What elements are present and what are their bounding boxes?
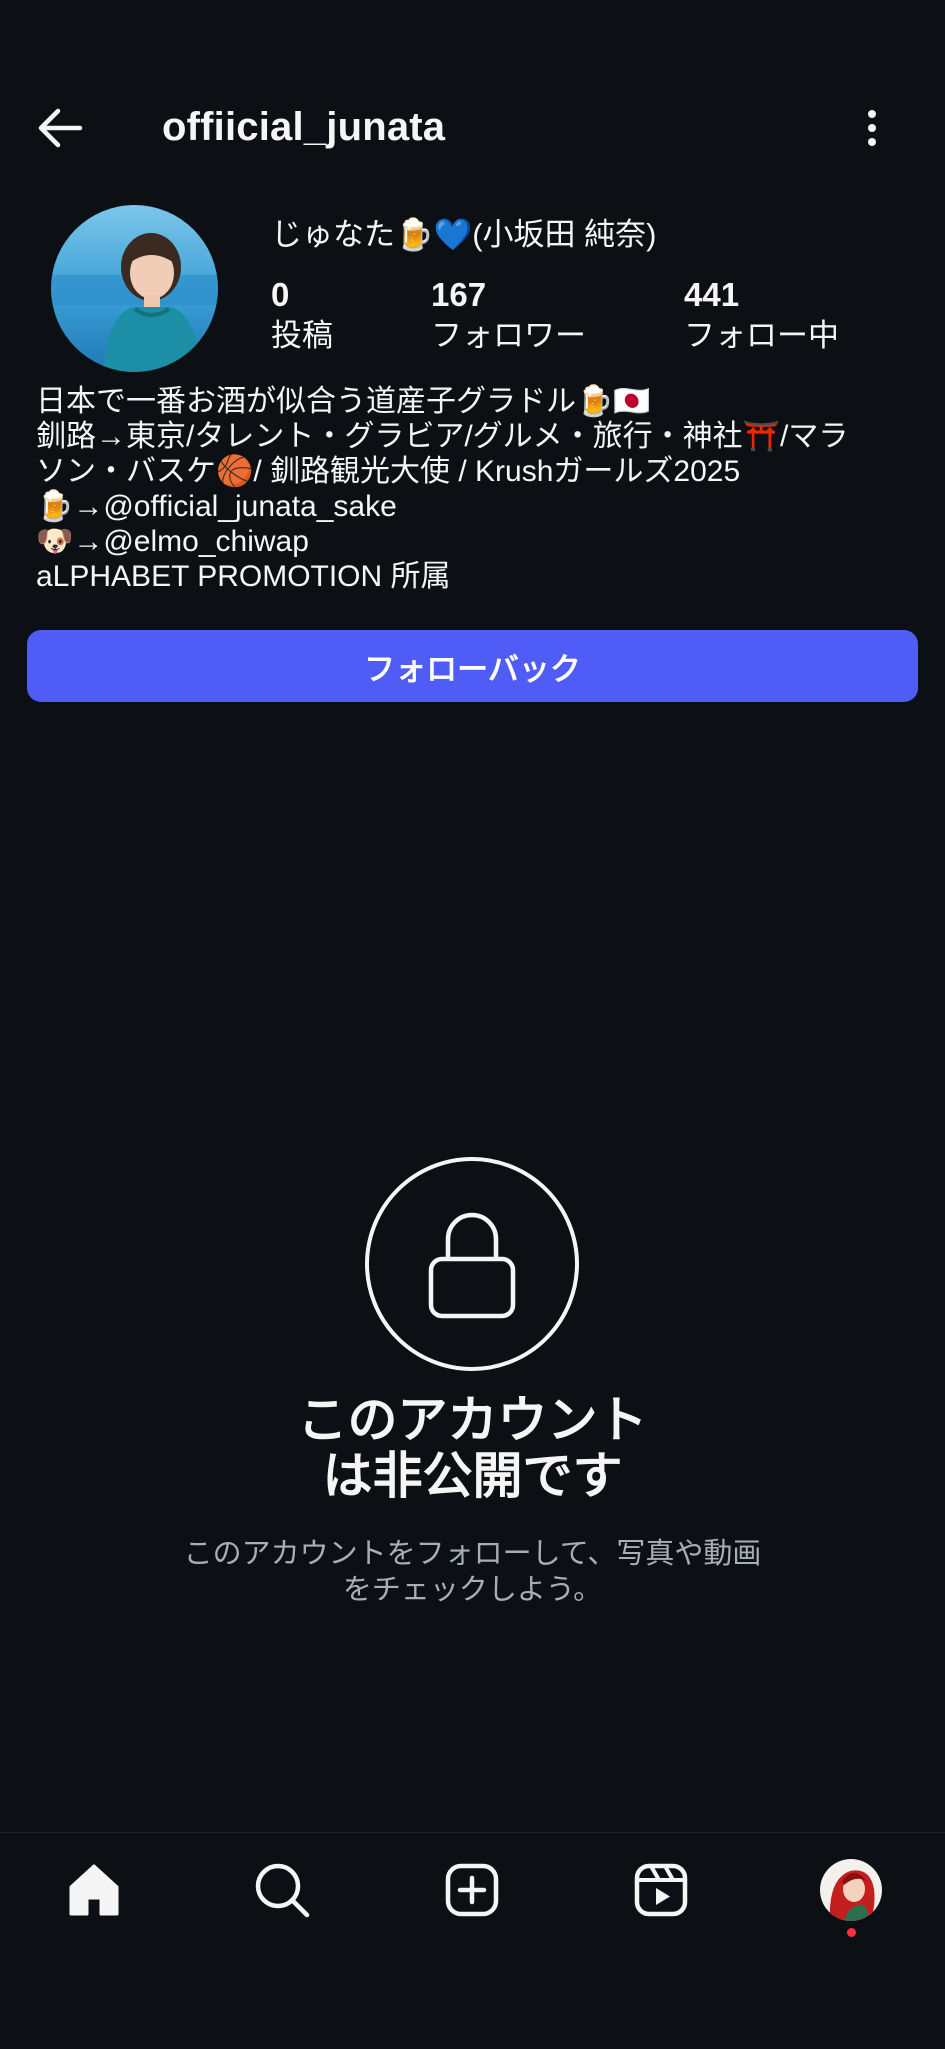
following-label: フォロー中 — [684, 318, 839, 353]
follow-back-button[interactable]: フォローバック — [27, 630, 918, 702]
private-account-title: このアカウント は非公開です — [0, 1392, 945, 1504]
profile-username: offiicial_junata — [162, 105, 446, 149]
private-subtitle-line: をチェックしよう。 — [342, 1574, 603, 1606]
posts-count: 0 — [271, 276, 290, 313]
top-bar: offiicial_junata — [0, 90, 945, 164]
search-icon[interactable] — [250, 1858, 314, 1922]
bio-line: 日本で一番お酒が似合う道産子グラドル🍺🇯🇵 — [36, 385, 651, 418]
private-title-line: は非公開です — [322, 1448, 623, 1504]
followers-count: 167 — [431, 276, 487, 313]
bio-line: ソン・バスケ🏀/ 釧路観光大使 / Krushガールズ2025 — [36, 455, 741, 488]
followers-stat[interactable]: 167 フォロワー — [431, 275, 586, 357]
profile-bio: 日本で一番お酒が似合う道産子グラドル🍺🇯🇵 釧路→東京/タレント・グラビア/グル… — [36, 384, 916, 594]
back-arrow-icon[interactable] — [30, 96, 94, 160]
bottom-navigation — [0, 1832, 945, 2049]
posts-label: 投稿 — [271, 318, 333, 353]
private-title-line: このアカウント — [297, 1392, 648, 1448]
reels-icon[interactable] — [629, 1858, 693, 1922]
bio-link-sake[interactable]: 🍺→@official_junata_sake — [36, 489, 916, 524]
lock-icon — [364, 1156, 580, 1372]
private-subtitle-line: このアカウントをフォローして、写真や動画 — [183, 1538, 762, 1570]
notification-dot — [847, 1928, 856, 1937]
posts-stat: 0 投稿 — [271, 275, 333, 357]
private-account-subtitle: このアカウントをフォローして、写真や動画 をチェックしよう。 — [0, 1536, 945, 1608]
profile-tab-avatar[interactable] — [820, 1859, 882, 1921]
bio-line: aLPHABET PROMOTION 所属 — [36, 560, 451, 593]
home-icon[interactable] — [62, 1858, 126, 1922]
profile-display-name: じゅなた🍺💙(小坂田 純奈) — [271, 217, 657, 252]
following-count: 441 — [684, 276, 740, 313]
followers-label: フォロワー — [431, 318, 586, 353]
create-post-icon[interactable] — [440, 1858, 504, 1922]
bio-link-elmo[interactable]: 🐶→@elmo_chiwap — [36, 524, 916, 559]
following-stat[interactable]: 441 フォロー中 — [684, 275, 839, 357]
profile-avatar[interactable] — [51, 205, 218, 372]
more-options-icon[interactable] — [848, 98, 896, 158]
bio-line: 釧路→東京/タレント・グラビア/グルメ・旅行・神社⛩️/マラ — [36, 420, 849, 453]
